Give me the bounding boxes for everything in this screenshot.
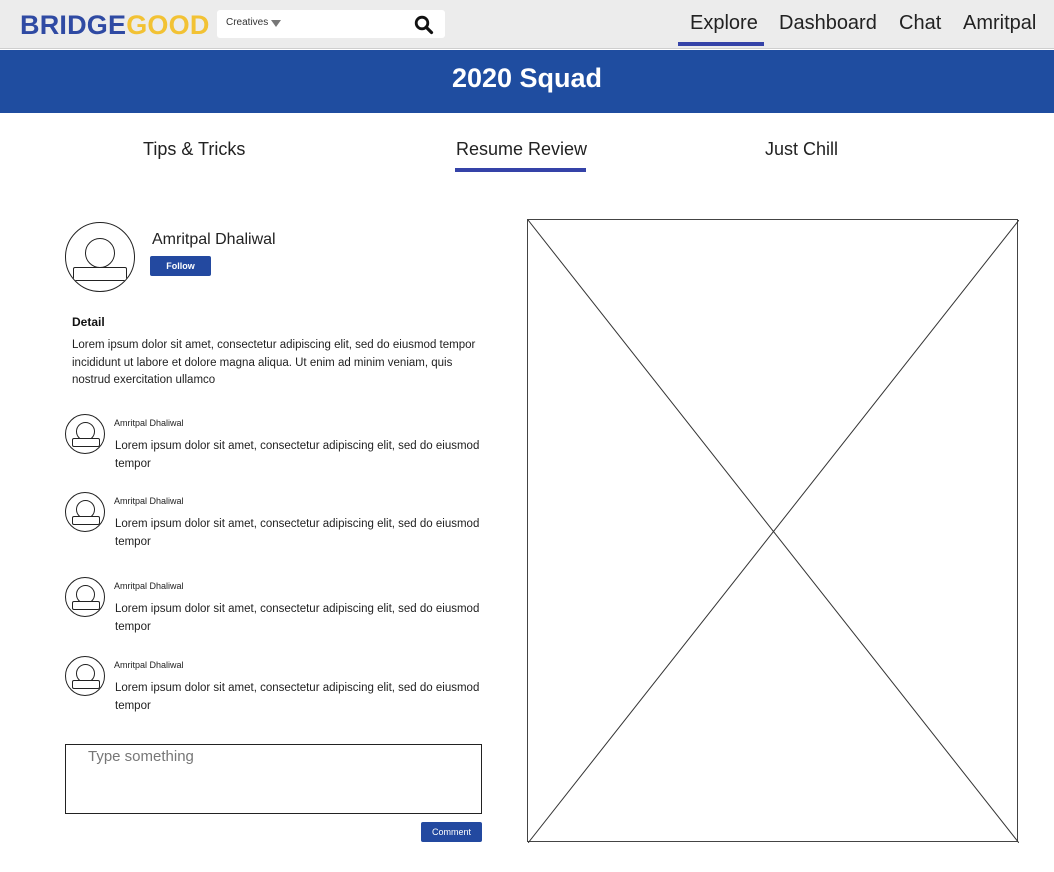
avatar-head [85, 238, 115, 268]
group-banner: 2020 Squad [0, 50, 1054, 113]
user-avatar-icon[interactable] [65, 414, 105, 454]
avatar-body [72, 438, 100, 447]
image-placeholder-cross [528, 220, 1019, 843]
nav-user-profile[interactable]: Amritpal [963, 12, 1036, 35]
search-icon[interactable] [414, 15, 434, 40]
logo-part-bridge: BRIDGE [20, 10, 127, 40]
nav-dashboard[interactable]: Dashboard [779, 12, 877, 35]
comment-text: Lorem ipsum dolor sit amet, consectetur … [115, 682, 480, 712]
group-title: 2020 Squad [451, 63, 603, 93]
comment-item: Amritpal Dhaliwal Lorem ipsum dolor sit … [65, 577, 485, 637]
bridgegood-logo[interactable]: BRIDGEGOOD [20, 10, 210, 41]
search-category-select[interactable]: Creatives [226, 17, 268, 28]
user-avatar-icon[interactable] [65, 577, 105, 617]
tab-active-indicator [455, 168, 586, 172]
user-avatar-icon[interactable] [65, 656, 105, 696]
follow-button[interactable]: Follow [150, 256, 211, 276]
comment-author[interactable]: Amritpal Dhaliwal [114, 660, 184, 670]
nav-chat[interactable]: Chat [899, 12, 941, 35]
user-avatar-icon[interactable] [65, 222, 135, 292]
nav-active-indicator [678, 42, 764, 46]
comment-item: Amritpal Dhaliwal Lorem ipsum dolor sit … [65, 414, 485, 474]
user-avatar-icon[interactable] [65, 492, 105, 532]
comment-submit-button[interactable]: Comment [421, 822, 482, 842]
post-author-name[interactable]: Amritpal Dhaliwal [152, 231, 276, 249]
avatar-body [72, 680, 100, 689]
comment-textarea[interactable] [66, 745, 481, 813]
comment-input-box [65, 744, 482, 814]
tab-just-chill[interactable]: Just Chill [765, 139, 838, 160]
chevron-down-icon[interactable] [271, 20, 281, 27]
logo-part-good: GOOD [126, 10, 210, 40]
top-navigation-bar: BRIDGEGOOD Creatives Explore Dashboard C… [0, 0, 1054, 49]
detail-text: Lorem ipsum dolor sit amet, consectetur … [72, 339, 476, 386]
nav-explore[interactable]: Explore [690, 12, 758, 35]
comment-text: Lorem ipsum dolor sit amet, consectetur … [115, 603, 480, 633]
comment-author[interactable]: Amritpal Dhaliwal [114, 581, 184, 591]
avatar-body [73, 267, 127, 281]
detail-heading: Detail [72, 315, 105, 329]
comment-author[interactable]: Amritpal Dhaliwal [114, 496, 184, 506]
comment-text: Lorem ipsum dolor sit amet, consectetur … [115, 440, 480, 470]
image-placeholder-icon [527, 219, 1019, 843]
search-bar[interactable]: Creatives [217, 10, 445, 38]
comment-item: Amritpal Dhaliwal Lorem ipsum dolor sit … [65, 656, 485, 716]
comment-text: Lorem ipsum dolor sit amet, consectetur … [115, 518, 480, 548]
comment-item: Amritpal Dhaliwal Lorem ipsum dolor sit … [65, 492, 485, 552]
tab-tips-and-tricks[interactable]: Tips & Tricks [143, 139, 245, 160]
avatar-body [72, 516, 100, 525]
tab-resume-review[interactable]: Resume Review [456, 139, 587, 160]
avatar-body [72, 601, 100, 610]
comment-author[interactable]: Amritpal Dhaliwal [114, 418, 184, 428]
